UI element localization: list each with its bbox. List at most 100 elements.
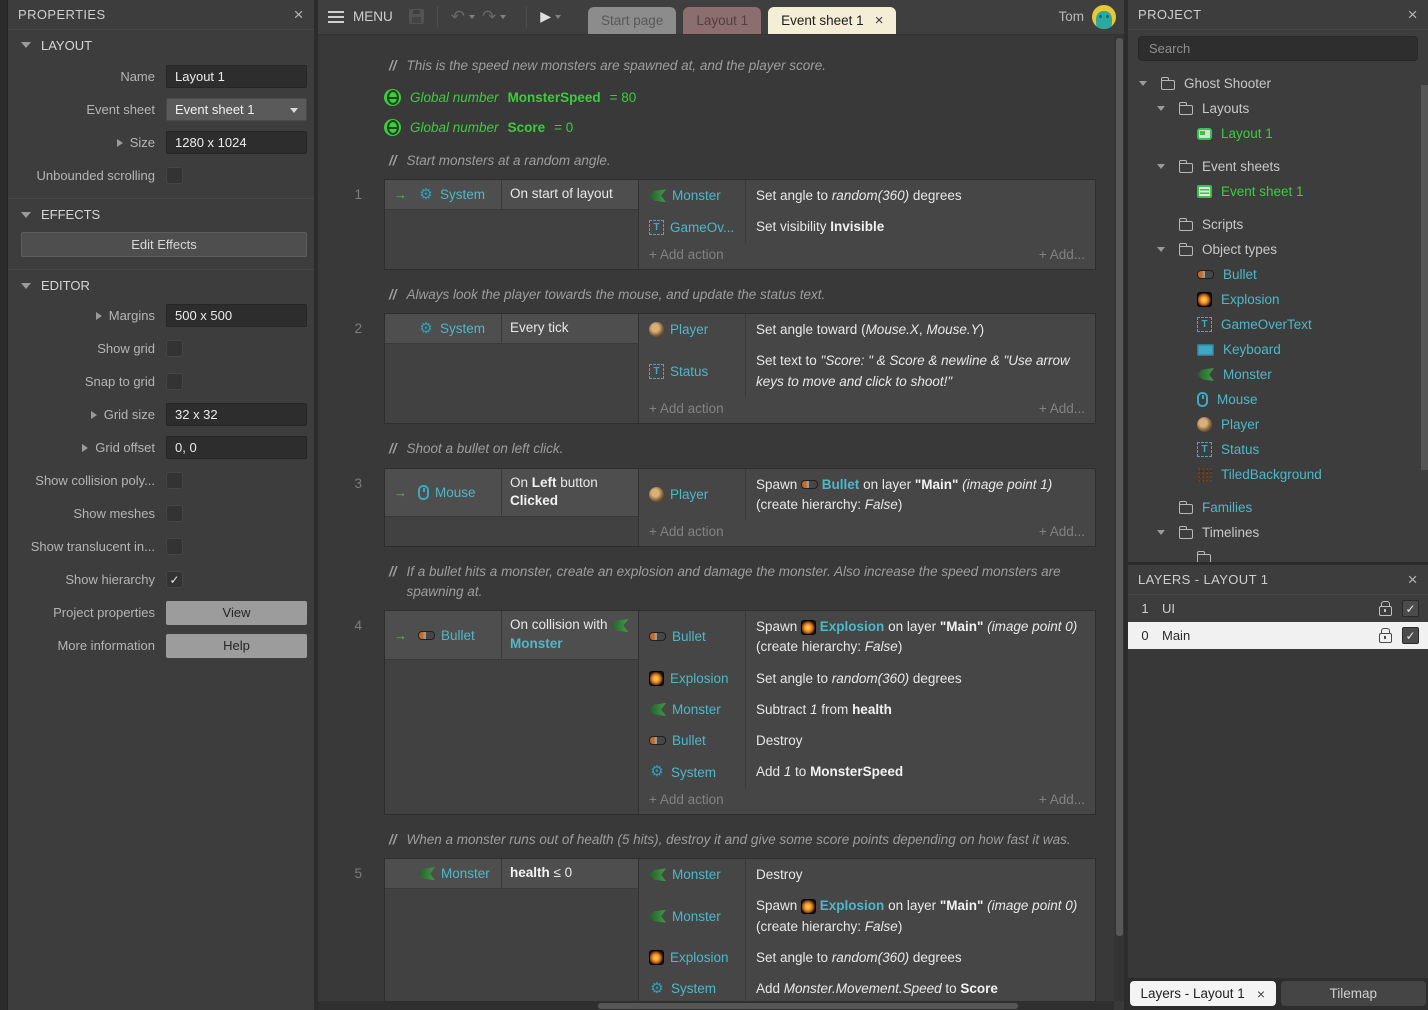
tree-item-keyboard[interactable]: Keyboard <box>1128 337 1428 362</box>
action-row[interactable]: Bullet Spawn Explosion on layer "Main" (… <box>639 611 1095 663</box>
layer-visibility-checkbox[interactable] <box>1402 627 1419 644</box>
unbounded-checkbox[interactable] <box>166 167 183 184</box>
action-row[interactable]: Monster Subtract 1 from health <box>639 694 1095 725</box>
layer-row-main[interactable]: 0 Main <box>1128 622 1428 649</box>
edit-effects-button[interactable]: Edit Effects <box>21 232 307 257</box>
close-icon[interactable]: × <box>1408 571 1418 588</box>
collision-checkbox[interactable] <box>166 472 183 489</box>
action-row[interactable]: Monster Set angle to random(360) degrees <box>639 180 1095 211</box>
layer-row-ui[interactable]: 1 UI <box>1128 595 1428 622</box>
preview-play-icon[interactable]: ▶ <box>540 8 551 25</box>
preview-dropdown-icon[interactable] <box>555 15 561 19</box>
add-action-link[interactable]: + Add action <box>649 792 724 807</box>
lock-icon[interactable] <box>1379 633 1392 643</box>
tree-item-partial[interactable] <box>1128 545 1428 562</box>
condition-text[interactable]: On collision with Monster <box>502 611 638 659</box>
condition-object[interactable]: System <box>440 187 485 202</box>
comment[interactable]: // This is the speed new monsters are sp… <box>389 56 1100 76</box>
global-variable-score[interactable]: Global number Score = 0 <box>384 115 1124 141</box>
close-icon[interactable]: × <box>1408 6 1418 23</box>
project-scrollbar[interactable] <box>1421 85 1428 470</box>
tab-layout-1[interactable]: Layout 1 <box>683 7 761 34</box>
comment[interactable]: // If a bullet hits a monster, create an… <box>389 562 1100 601</box>
expand-arrow-icon[interactable] <box>91 411 97 419</box>
undo-dropdown-icon[interactable] <box>469 15 475 19</box>
undo-icon[interactable]: ↶ <box>451 8 465 25</box>
section-effects[interactable]: EFFECTS <box>8 198 314 228</box>
save-icon[interactable] <box>409 9 424 24</box>
tab-event-sheet-1[interactable]: Event sheet 1 × <box>768 7 896 34</box>
add-more-link[interactable]: + Add... <box>1039 247 1085 262</box>
expand-arrow-icon[interactable] <box>96 312 102 320</box>
tree-item-mouse[interactable]: Mouse <box>1128 387 1428 412</box>
condition-object[interactable]: Monster <box>441 866 490 881</box>
collapse-arrow-icon[interactable] <box>1157 106 1165 111</box>
tree-item-ghost-shooter[interactable]: Ghost Shooter <box>1128 71 1428 96</box>
margins-field[interactable] <box>166 304 307 327</box>
tree-item-status[interactable]: Status <box>1128 437 1428 462</box>
translucent-checkbox[interactable] <box>166 538 183 555</box>
meshes-checkbox[interactable] <box>166 505 183 522</box>
condition-text[interactable]: On start of layout <box>502 180 638 209</box>
close-tab-icon[interactable]: × <box>875 13 884 28</box>
size-field[interactable] <box>166 131 307 154</box>
add-action-link[interactable]: + Add action <box>649 401 724 416</box>
tree-item-bullet[interactable]: Bullet <box>1128 262 1428 287</box>
condition-object[interactable]: Bullet <box>441 628 475 643</box>
condition-text[interactable]: health ≤ 0 <box>502 859 638 888</box>
avatar[interactable] <box>1092 5 1116 29</box>
add-more-link[interactable]: + Add... <box>1039 792 1085 807</box>
condition-text[interactable]: Every tick <box>502 314 638 343</box>
tree-item-gameovertext[interactable]: GameOverText <box>1128 312 1428 337</box>
tree-item-timelines[interactable]: Timelines <box>1128 520 1428 545</box>
comment[interactable]: // Always look the player towards the mo… <box>389 285 1100 305</box>
comment[interactable]: // Start monsters at a random angle. <box>389 151 1100 171</box>
collapse-arrow-icon[interactable] <box>1157 530 1165 535</box>
collapse-arrow-icon[interactable] <box>1139 81 1147 86</box>
action-row[interactable]: Explosion Set angle to random(360) degre… <box>639 663 1095 694</box>
action-row[interactable]: Explosion Set angle to random(360) degre… <box>639 942 1095 973</box>
tab-layers-layout-1[interactable]: Layers - Layout 1 × <box>1130 981 1276 1006</box>
add-more-link[interactable]: + Add... <box>1039 524 1085 539</box>
condition-object[interactable]: Mouse <box>435 485 476 500</box>
tree-item-explosion[interactable]: Explosion <box>1128 287 1428 312</box>
redo-icon[interactable]: ↷ <box>482 8 496 25</box>
action-row[interactable]: GameOv... Set visibility Invisible <box>639 211 1095 242</box>
help-button[interactable]: Help <box>166 634 307 658</box>
action-row[interactable]: Player Set angle toward (Mouse.X, Mouse.… <box>639 314 1095 345</box>
action-row[interactable]: Player Spawn Bullet on layer "Main" (ima… <box>639 469 1095 521</box>
event-sheet-horizontal-scrollbar[interactable] <box>318 1001 1114 1010</box>
close-icon[interactable]: × <box>294 6 304 23</box>
name-field[interactable] <box>166 65 307 88</box>
action-row[interactable]: Bullet Destroy <box>639 725 1095 756</box>
show-grid-checkbox[interactable] <box>166 340 183 357</box>
tree-item-event-sheets[interactable]: Event sheets <box>1128 154 1428 179</box>
event-2-conditions[interactable]: System Every tick <box>385 314 639 423</box>
tab-tilemap[interactable]: Tilemap <box>1281 981 1427 1006</box>
tree-item-player[interactable]: Player <box>1128 412 1428 437</box>
expand-arrow-icon[interactable] <box>82 444 88 452</box>
view-button[interactable]: View <box>166 601 307 625</box>
menu-button[interactable]: MENU <box>328 9 393 24</box>
tree-item-scripts[interactable]: Scripts <box>1128 212 1428 237</box>
layer-visibility-checkbox[interactable] <box>1402 600 1419 617</box>
grid-offset-field[interactable] <box>166 436 307 459</box>
add-more-link[interactable]: + Add... <box>1039 401 1085 416</box>
condition-object[interactable]: System <box>440 321 485 336</box>
section-layout[interactable]: LAYOUT <box>8 30 314 60</box>
add-action-link[interactable]: + Add action <box>649 247 724 262</box>
action-row[interactable]: Status Set text to "Score: " & Score & n… <box>639 345 1095 397</box>
add-action-link[interactable]: + Add action <box>649 524 724 539</box>
action-row[interactable]: Monster Destroy <box>639 859 1095 890</box>
event-4-conditions[interactable]: Bullet On collision with Monster <box>385 611 639 814</box>
comment[interactable]: // Shoot a bullet on left click. <box>389 439 1100 459</box>
grid-size-field[interactable] <box>166 403 307 426</box>
expand-arrow-icon[interactable] <box>117 139 123 147</box>
close-tab-icon[interactable]: × <box>1257 987 1265 1001</box>
lock-icon[interactable] <box>1379 606 1392 616</box>
tree-item-monster[interactable]: Monster <box>1128 362 1428 387</box>
event-sheet-select[interactable]: Event sheet 1 <box>166 98 307 121</box>
tree-item-object-types[interactable]: Object types <box>1128 237 1428 262</box>
comment[interactable]: // When a monster runs out of health (5 … <box>389 830 1100 850</box>
user-area[interactable]: Tom <box>1058 0 1116 34</box>
